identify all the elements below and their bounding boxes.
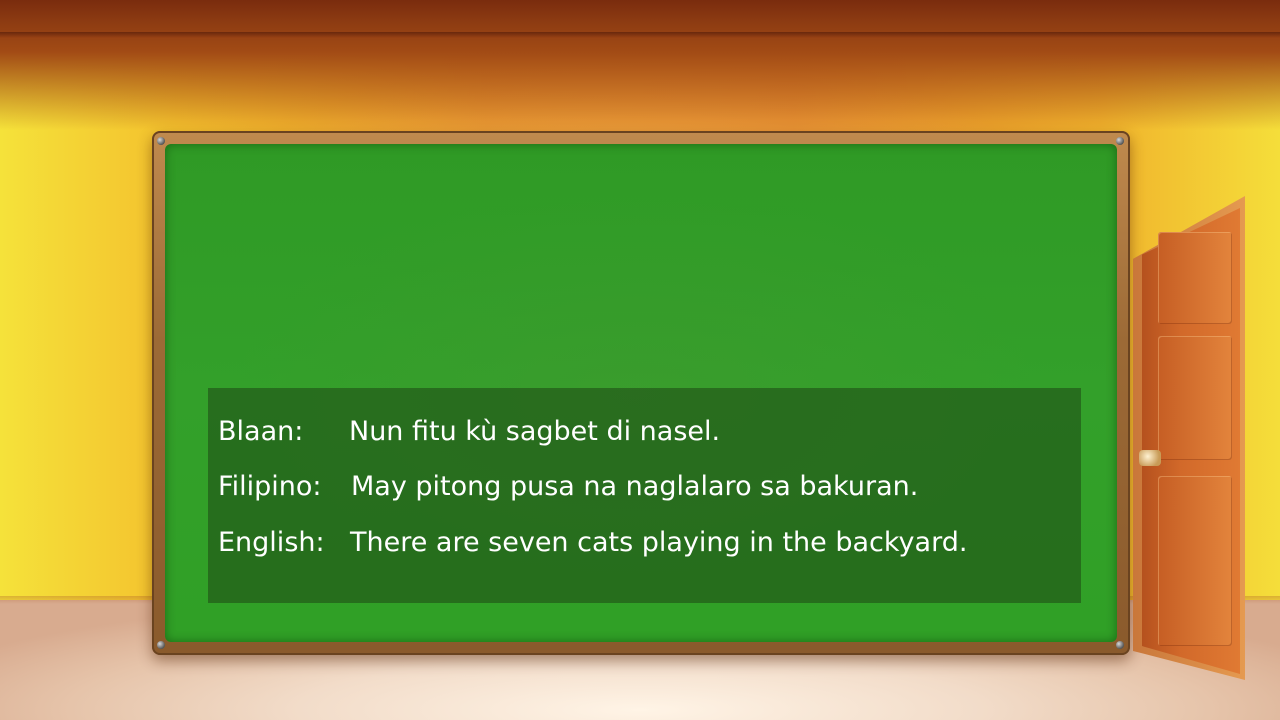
classroom-scene: Blaan: Nun fitu kù sagbet di nasel. Fili… (0, 0, 1280, 720)
frame-bolt-bottom-right (1116, 641, 1124, 649)
frame-bolt-top-left (157, 137, 165, 145)
ceiling-trim (0, 32, 1280, 38)
frame-bolt-top-right (1116, 137, 1124, 145)
sentence-text: There are seven cats playing in the back… (350, 527, 968, 558)
door-panel-lower (1158, 476, 1232, 646)
language-label: English: (218, 527, 325, 558)
sentence-text: May pitong pusa na naglalaro sa bakuran. (351, 471, 919, 502)
frame-bolt-bottom-left (157, 641, 165, 649)
door-knob (1139, 450, 1161, 466)
language-label: Filipino: (218, 471, 322, 502)
ceiling (0, 0, 1280, 130)
language-label: Blaan: (218, 416, 304, 447)
door-panel-upper (1158, 232, 1232, 324)
sentence-text: Nun fitu kù sagbet di nasel. (349, 416, 721, 447)
door-panel-middle (1158, 336, 1232, 460)
translation-panel: Blaan: Nun fitu kù sagbet di nasel. Fili… (208, 388, 1081, 603)
